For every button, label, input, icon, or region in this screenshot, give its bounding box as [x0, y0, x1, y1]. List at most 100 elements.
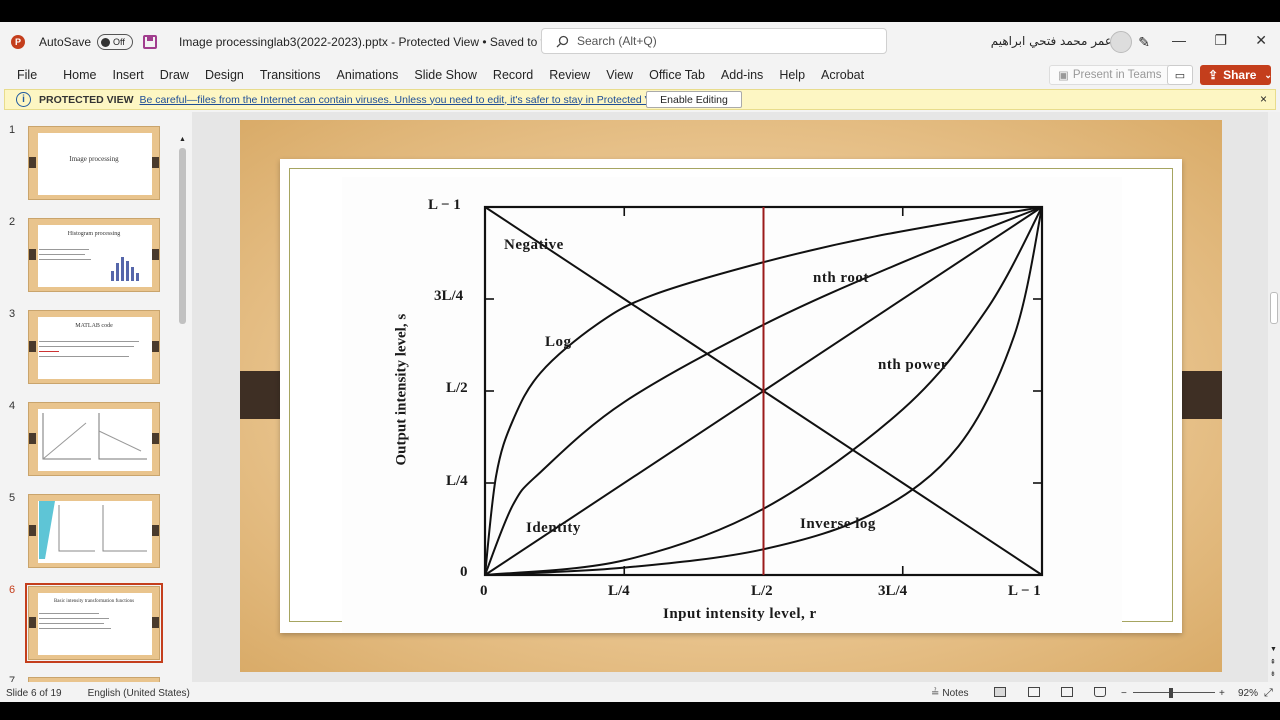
comments-button[interactable]: ▭	[1167, 65, 1193, 85]
language-indicator[interactable]: English (United States)	[88, 688, 190, 699]
series-label-inverse-log: Inverse log	[800, 516, 876, 532]
share-label: Share	[1223, 68, 1257, 82]
avatar-icon[interactable]	[1110, 31, 1132, 53]
thumb-text-line	[39, 346, 134, 347]
slide-thumbnail-2[interactable]: Histogram processing	[28, 218, 160, 292]
y-axis-label: Output intensity level, s	[393, 313, 410, 466]
tab-file[interactable]: File	[0, 68, 55, 82]
slide-thumbnail-4[interactable]	[28, 402, 160, 476]
previous-slide-icon[interactable]: ⇞	[1270, 658, 1276, 666]
slide-thumbnails-pane: 1 Image processing 2 Histogram processin…	[0, 112, 192, 682]
tab-view[interactable]: View	[598, 68, 641, 82]
thumb-number: 3	[9, 308, 16, 320]
thumb-text-line	[39, 628, 111, 629]
scrollbar-thumb[interactable]	[179, 148, 186, 324]
protected-view-message[interactable]: Be careful—files from the Internet can c…	[140, 94, 670, 106]
zoom-out-button[interactable]: −	[1121, 688, 1127, 699]
thumb-paper	[38, 133, 152, 195]
tab-design[interactable]: Design	[197, 68, 252, 82]
thumb-text-line	[39, 356, 129, 357]
share-icon: ⇪	[1208, 68, 1219, 82]
zoom-slider[interactable]	[1133, 692, 1215, 693]
thumbnails-scrollbar[interactable]: ▲ ▼	[177, 136, 188, 702]
scrollbar-thumb[interactable]	[1270, 292, 1278, 324]
x-tick-label: 3L/4	[878, 583, 908, 599]
tab-insert[interactable]: Insert	[105, 68, 152, 82]
present-in-teams-button[interactable]: ▣ Present in Teams	[1049, 65, 1171, 85]
thumb-title: Basic intensity transformation functions	[53, 599, 135, 604]
scroll-up-icon[interactable]: ▲	[179, 136, 186, 143]
powerpoint-window: P AutoSave Off Image processinglab3(2022…	[0, 22, 1280, 702]
normal-view-icon[interactable]	[994, 687, 1006, 697]
thumb-text-line	[39, 254, 85, 255]
series-label-nth-root: nth root	[813, 270, 869, 286]
status-bar: Slide 6 of 19 English (United States) ≟ …	[0, 684, 1280, 702]
thumb-text-line	[39, 259, 91, 260]
slide-sorter-view-icon[interactable]	[1028, 687, 1040, 697]
slide-thumbnail-1[interactable]: Image processing	[28, 126, 160, 200]
tab-slide-show[interactable]: Slide Show	[406, 68, 485, 82]
tab-add-ins[interactable]: Add-ins	[713, 68, 771, 82]
search-placeholder: Search (Alt+Q)	[577, 34, 657, 48]
slide-counter: Slide 6 of 19	[6, 687, 62, 699]
thumb-number: 6	[9, 584, 16, 596]
intensity-transformation-chart[interactable]: Negative Log nth root Identity nth power Inve…	[342, 177, 1122, 633]
slideshow-view-icon[interactable]	[1094, 687, 1106, 697]
present-in-teams-label: Present in Teams	[1072, 69, 1162, 81]
series-label-identity: Identity	[526, 520, 581, 536]
slide-thumbnail-3[interactable]: MATLAB code	[28, 310, 160, 384]
reading-view-icon[interactable]	[1061, 687, 1073, 697]
tab-acrobat[interactable]: Acrobat	[813, 68, 872, 82]
zoom-slider-handle[interactable]	[1169, 688, 1173, 698]
slide-thumbnail-7[interactable]	[28, 677, 160, 682]
thumb-number: 7	[9, 675, 16, 682]
slide-thumbnail-6[interactable]: Basic intensity transformation functions	[25, 583, 163, 663]
autosave-toggle[interactable]: Off	[97, 34, 134, 50]
search-icon	[556, 35, 569, 47]
tab-help[interactable]: Help	[771, 68, 813, 82]
minimize-button[interactable]: —	[1172, 32, 1186, 48]
series-label-log: Log	[545, 334, 572, 350]
zoom-in-button[interactable]: +	[1219, 688, 1225, 699]
enable-editing-button[interactable]: Enable Editing	[646, 91, 742, 108]
scroll-down-icon[interactable]: ▼	[1270, 646, 1277, 653]
zoom-level[interactable]: 92%	[1238, 688, 1258, 699]
tab-draw[interactable]: Draw	[152, 68, 197, 82]
x-tick-label: 0	[480, 583, 488, 599]
notes-button[interactable]: ≟ Notes	[931, 688, 969, 699]
fit-to-window-icon[interactable]: ⤢	[1264, 687, 1273, 700]
thumb-tab	[29, 617, 36, 628]
thumb-title: MATLAB code	[75, 323, 113, 329]
y-tick-label: 3L/4	[434, 288, 464, 304]
thumb-number: 4	[9, 400, 16, 412]
tab-record[interactable]: Record	[485, 68, 541, 82]
thumb-tab	[152, 249, 159, 260]
share-button[interactable]: ⇪ Share ⌄	[1200, 65, 1272, 85]
slide-thumbnail-5[interactable]	[28, 494, 160, 568]
next-slide-icon[interactable]: ⇟	[1270, 670, 1276, 678]
tab-animations[interactable]: Animations	[329, 68, 407, 82]
toggle-knob-icon	[101, 37, 111, 47]
main-scrollbar[interactable]: ▼ ⇞ ⇟	[1268, 112, 1280, 682]
tab-office-tab[interactable]: Office Tab	[641, 68, 713, 82]
user-name[interactable]: عمر محمد فتحي ابراهيم	[991, 34, 1112, 48]
tab-transitions[interactable]: Transitions	[252, 68, 329, 82]
tab-review[interactable]: Review	[541, 68, 598, 82]
chevron-down-icon: ⌄	[1264, 69, 1272, 80]
search-box[interactable]: Search (Alt+Q)	[541, 28, 887, 54]
thumb-number: 1	[9, 124, 16, 136]
close-protected-view-button[interactable]: ×	[1260, 92, 1267, 106]
maximize-button[interactable]: ❐	[1214, 32, 1227, 49]
tab-home[interactable]: Home	[55, 68, 104, 82]
teams-icon: ▣	[1058, 70, 1069, 82]
designer-pen-icon[interactable]: ✎	[1138, 34, 1150, 51]
slide-editing-canvas: Negative Log nth root Identity nth power Inve…	[192, 112, 1268, 682]
save-icon[interactable]	[143, 35, 158, 49]
y-tick-label: L/4	[446, 473, 468, 489]
comment-icon: ▭	[1174, 69, 1186, 82]
autosave-state: Off	[113, 37, 125, 47]
close-button[interactable]: ✕	[1255, 32, 1267, 49]
thumb-tab	[152, 617, 159, 628]
current-slide[interactable]: Negative Log nth root Identity nth power Inve…	[240, 120, 1222, 672]
shield-info-icon: i	[16, 92, 31, 107]
